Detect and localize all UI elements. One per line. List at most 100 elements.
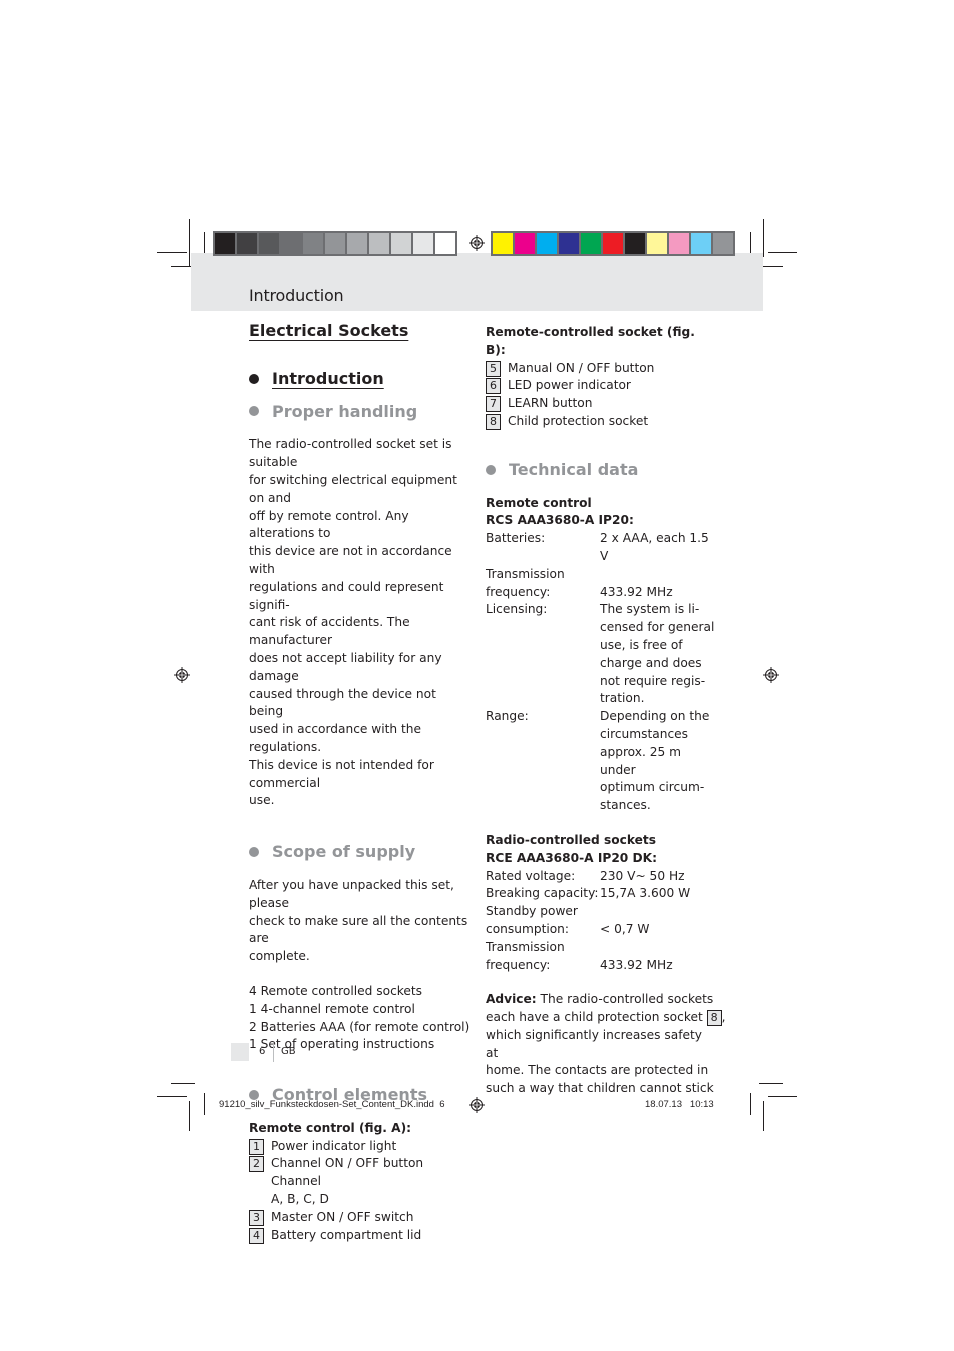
color-swatch [391,233,411,254]
crop-mark [763,1101,764,1131]
crop-mark [750,1093,751,1115]
part-number-badge: 8 [486,413,501,430]
text-line: home. The contacts are protected in [486,1063,709,1078]
remote-spec-heading: Remote control [486,495,592,510]
text-line: does not accept liability for any damage [249,650,442,683]
socket-spec-heading: Radio-controlled sockets [486,832,656,847]
socket-parts-list: 5 Manual ON / OFF button 6 LED power indica… [486,360,716,431]
socket-part-item: 6 LED power indicator [486,377,716,395]
crop-mark [204,1093,205,1115]
color-swatch [237,233,257,254]
crop-mark [189,219,190,266]
part-label: Child protection socket [508,413,649,428]
part-label: LEARN button [508,396,593,411]
part-number-badge: 1 [249,1138,264,1155]
spec-key: Standby power consumption: [486,904,578,936]
registration-mark-icon [469,235,485,251]
spec-value: 15,7A 3.600 W [600,886,691,901]
spec-row: Range: Depending on the circumstances appro… [486,708,716,815]
remote-part-item: 2 Channel ON / OFF button Channel A, B, C,… [249,1155,471,1208]
text-line: The radio-controlled socket set is suita… [249,437,452,470]
socket-spec-table: Rated voltage: 230 V~ 50 Hz Breaking capac… [486,868,716,975]
color-swatch [669,233,689,254]
spec-value: 230 V~ 50 Hz [600,868,685,883]
color-swatch [625,233,645,254]
crop-mark [204,232,205,254]
document-title: Electrical Sockets [249,321,409,340]
gray-calibration-bar [213,231,457,256]
color-swatch [713,233,733,254]
registration-mark-icon [469,1097,485,1113]
spec-key: Licensing: [486,602,548,617]
socket-spec-model: RCE AAA3680-A IP20 DK: [486,850,657,865]
section-heading-technical-data: Technical data [486,460,716,479]
remote-spec-model: RCS AAA3680-A IP20: [486,513,634,528]
text-line: check to make sure all the contents are [249,913,468,946]
scope-item: 1 4-channel remote control [249,1001,415,1016]
part-label: Channel ON / OFF button Channel A, B, C, … [271,1156,424,1207]
color-swatch [215,233,235,254]
scope-item: 2 Batteries AAA (for remote control) [249,1019,470,1034]
remote-part-item: 3 Master ON / OFF switch [249,1209,471,1227]
scope-intro-text: After you have unpacked this set, please… [249,877,471,966]
text-line: which significantly increases safety at [486,1027,702,1060]
text-line: for switching electrical equipment on an… [249,472,457,505]
registration-mark-icon [174,667,190,683]
text-line: regulations and could represent signifi- [249,579,444,612]
spec-row: Standby power consumption: < 0,7 W [486,903,716,939]
spec-value: Depending on the circumstances approx. 25 … [600,709,710,813]
remote-part-item: 4 Battery compartment lid [249,1227,471,1245]
advice-paragraph: Advice: The radio-controlled sockets eac… [486,991,725,1098]
text-line: This device is not intended for commerci… [249,757,434,790]
page-number-tab [231,1043,249,1061]
crop-mark [157,252,187,253]
bullet-icon [249,373,259,384]
part-number-badge: 4 [249,1227,264,1244]
crop-mark [763,219,764,257]
color-swatch [647,233,667,254]
remote-control-heading: Remote control (fig. A): [249,1120,412,1135]
spec-value: 2 x AAA, each 1.5 V [600,531,709,563]
color-swatch [603,233,623,254]
part-number-badge: 6 [486,378,501,395]
socket-part-item: 7 LEARN button [486,395,716,413]
part-label: LED power indicator [508,378,631,393]
color-swatch [691,233,711,254]
spec-row: Licensing: The system is li-censed for ge… [486,601,716,708]
page-number: 6 [259,1046,266,1057]
color-swatch [581,233,601,254]
part-number-badge: 8 [706,1009,722,1026]
color-swatch [435,233,455,254]
text-line: used in accordance with the regulations. [249,722,422,754]
color-swatch [369,233,389,254]
part-label: Master ON / OFF switch [271,1209,414,1224]
bullet-icon [486,464,496,475]
section-heading-scope-of-supply: Scope of supply [249,843,471,861]
footer-divider [273,1044,274,1062]
spec-key: Transmission frequency: [486,566,565,599]
section-heading-introduction: Introduction [249,369,471,388]
part-label: Manual ON / OFF button [508,360,655,375]
right-column: Remote-controlled socket (fig. B): 5 Manu… [486,324,725,1098]
scope-item: 4 Remote controlled sockets [249,983,423,998]
advice-label: Advice: [486,992,537,1007]
color-calibration-bar [491,231,735,256]
scope-list: 4 Remote controlled sockets 1 4-channel r… [249,983,471,1054]
color-swatch [493,233,513,254]
text-line: this device are not in accordance with [249,544,452,576]
part-label: Battery compartment lid [271,1227,422,1242]
text-line: such a way that children cannot stick [486,1081,714,1096]
spec-key: Batteries: [486,531,546,546]
part-label: Power indicator light [271,1138,397,1153]
spec-key: Transmission frequency: [486,939,565,972]
crop-mark [768,1096,797,1097]
text-line: After you have unpacked this set, please [249,877,454,910]
spec-key: Range: [486,709,529,724]
color-swatch [303,233,323,254]
text-line: off by remote control. Any alterations t… [249,508,409,541]
spec-row: Transmission frequency: 433.92 MHz [486,939,716,975]
color-swatch [413,233,433,254]
color-swatch [281,233,301,254]
registration-mark-icon [763,667,779,683]
part-number-badge: 3 [249,1209,264,1226]
